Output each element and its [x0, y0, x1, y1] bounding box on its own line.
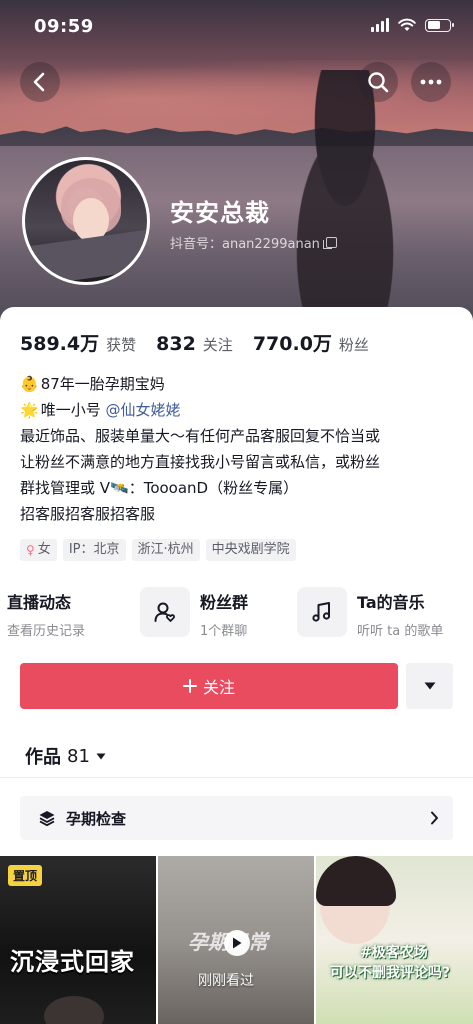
- music-icon-box: [297, 587, 347, 637]
- stat-likes-value: 589.4万: [20, 333, 100, 355]
- bio-line-1-text: 87年一胎孕期宝妈: [40, 375, 165, 393]
- chevron-right-icon: [431, 811, 438, 825]
- recommend-dropdown-button[interactable]: [406, 663, 453, 709]
- recently-watched-label: 刚刚看过: [198, 973, 254, 989]
- collection-label: 孕期检查: [66, 809, 127, 828]
- tag-gender: ♀ 女: [20, 539, 57, 561]
- collection-pregnancy-check[interactable]: 孕期检查: [20, 796, 453, 840]
- tag-gender-label: 女: [37, 542, 51, 557]
- music-note-icon: [312, 602, 331, 622]
- chevron-left-icon: [33, 72, 45, 92]
- bio-line-2: 🌟 唯一小号 @仙女姥姥: [20, 397, 460, 423]
- tag-location: 浙江·杭州: [131, 539, 200, 561]
- stat-followers-value: 770.0万: [252, 333, 332, 355]
- video-grid: 置顶 沉浸式回家 孕期日常 刚刚看过 #极客农场 可以不删我评论吗?: [0, 856, 473, 1024]
- caret-down-icon: [96, 753, 106, 759]
- baby-emoji-icon: 👶: [20, 375, 39, 393]
- tab-works-count: 81: [67, 745, 90, 767]
- play-icon: [224, 930, 250, 956]
- profile-tags: ♀ 女 IP：北京 浙江·杭州 中央戏剧学院: [20, 539, 296, 561]
- fan-group-entry[interactable]: 粉丝群 1个群聊: [140, 583, 290, 645]
- back-button[interactable]: [20, 62, 60, 102]
- bio-mention-link[interactable]: @仙女姥姥: [105, 401, 180, 419]
- star-emoji-icon: 🌟: [20, 401, 39, 419]
- battery-icon: [425, 18, 454, 32]
- follow-button[interactable]: 关注: [20, 663, 398, 709]
- stat-likes[interactable]: 589.4万 获赞: [20, 329, 136, 356]
- search-icon: [368, 72, 389, 93]
- stat-following[interactable]: 832 关注: [156, 333, 233, 355]
- tab-works[interactable]: 作品 81: [25, 743, 106, 769]
- bio-line-3: 最近饰品、服装单量大～有任何产品客服回复不恰当或: [20, 427, 381, 445]
- douyin-id[interactable]: 抖音号：anan2299anan: [170, 233, 337, 252]
- fan-group-icon: [154, 602, 175, 622]
- stat-likes-label: 获赞: [106, 336, 137, 354]
- tab-works-label: 作品: [25, 747, 61, 768]
- pinned-badge: 置顶: [8, 865, 43, 886]
- more-dots-icon: [420, 79, 442, 85]
- bio-line-6: 招客服招客服招客服: [20, 505, 156, 523]
- live-history-entry[interactable]: 直播动态 查看历史记录: [7, 583, 137, 645]
- stat-following-value: 832: [156, 333, 196, 355]
- profile-cover: 09:59 安安总裁 抖音号：anan2299anan: [0, 0, 473, 330]
- features-row: 直播动态 查看历史记录 粉丝群 1个群聊 Ta的音乐 听听 ta 的歌单: [0, 583, 473, 645]
- live-history-title: 直播动态: [7, 593, 72, 612]
- avatar[interactable]: [22, 157, 150, 285]
- douyin-id-text: 抖音号：anan2299anan: [170, 237, 320, 252]
- bio-line-2-text: 唯一小号: [40, 401, 106, 419]
- search-button[interactable]: [358, 62, 398, 102]
- wifi-icon: [398, 18, 416, 31]
- video-title-line-2: 可以不删我评论吗?: [330, 965, 451, 981]
- status-time: 09:59: [34, 16, 94, 37]
- fan-group-icon-box: [140, 587, 190, 637]
- more-button[interactable]: [411, 62, 451, 102]
- stat-followers-label: 粉丝: [338, 336, 369, 354]
- profile-sheet: 589.4万 获赞 832 关注 770.0万 粉丝 👶 87年一胎孕期宝妈 🌟 唯…: [0, 307, 473, 1024]
- follow-button-label: 关注: [202, 678, 235, 697]
- video-tile[interactable]: #极客农场 可以不删我评论吗?: [316, 856, 473, 1024]
- fan-group-subtitle: 1个群聊: [200, 624, 248, 639]
- tab-divider: [0, 777, 473, 778]
- stats-row: 589.4万 获赞 832 关注 770.0万 粉丝: [20, 329, 369, 356]
- bio-line-1: 👶 87年一胎孕期宝妈: [20, 371, 460, 397]
- music-subtitle: 听听 ta 的歌单: [357, 624, 444, 639]
- signal-icon: [371, 18, 389, 32]
- stat-followers[interactable]: 770.0万 粉丝: [253, 329, 369, 356]
- stat-following-label: 关注: [202, 336, 233, 354]
- live-history-subtitle: 查看历史记录: [7, 624, 86, 639]
- layers-icon: [39, 811, 55, 827]
- bio: 👶 87年一胎孕期宝妈 🌟 唯一小号 @仙女姥姥 最近饰品、服装单量大～有任何产品客…: [20, 371, 460, 527]
- video-tile[interactable]: 孕期日常 刚刚看过: [158, 856, 314, 1024]
- copy-icon[interactable]: [322, 237, 337, 249]
- video-title-line-1: #极客农场: [360, 945, 428, 961]
- fan-group-title: 粉丝群: [200, 593, 249, 612]
- nickname: 安安总裁: [170, 199, 270, 227]
- video-tile[interactable]: 置顶 沉浸式回家: [0, 856, 156, 1024]
- caret-down-icon: [424, 682, 435, 690]
- bio-line-4: 让粉丝不满意的地方直接找我小号留言或私信，或粉丝: [20, 453, 381, 471]
- music-title: Ta的音乐: [357, 593, 425, 612]
- music-entry[interactable]: Ta的音乐 听听 ta 的歌单: [297, 583, 467, 645]
- cover-figure: [270, 70, 420, 330]
- plus-icon: [182, 679, 197, 693]
- tag-school[interactable]: 中央戏剧学院: [205, 539, 296, 561]
- video-title: 沉浸式回家: [10, 947, 135, 976]
- bio-line-5: 群找管理或 V🛰️：TooоanD（粉丝专属）: [20, 479, 299, 497]
- tag-ip: IP：北京: [62, 539, 126, 561]
- status-icons: [371, 18, 454, 32]
- status-bar: 09:59: [0, 0, 473, 56]
- female-icon: ♀: [26, 543, 35, 557]
